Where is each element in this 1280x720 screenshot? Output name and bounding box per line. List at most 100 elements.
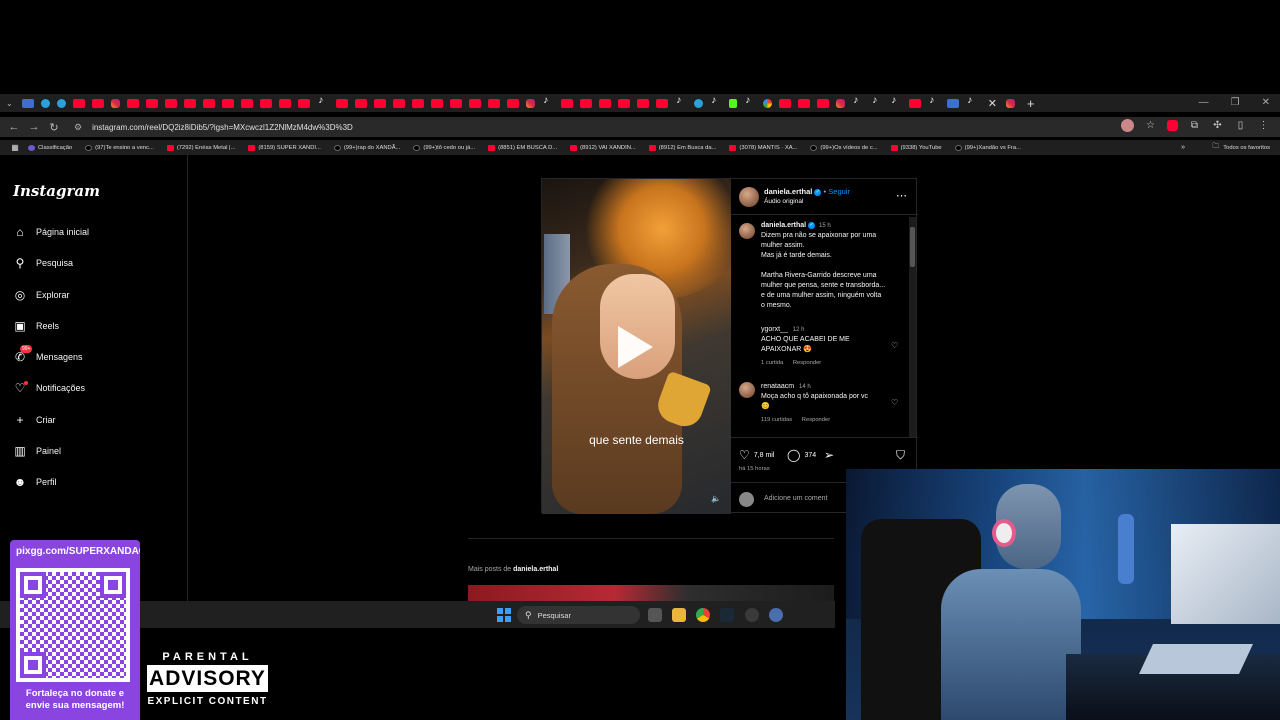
tab-icon[interactable] bbox=[694, 98, 704, 108]
tab-icon[interactable] bbox=[618, 98, 631, 108]
tab-icon[interactable] bbox=[469, 98, 482, 108]
bookmark-item[interactable]: (99+)tô cedo ou já... bbox=[413, 144, 475, 151]
extension-icon[interactable]: ⧉ bbox=[1188, 119, 1201, 132]
tab-icon[interactable] bbox=[763, 98, 773, 108]
taskbar-search[interactable]: ⚲ Pesquisar bbox=[517, 606, 640, 624]
url-field[interactable]: instagram.com/reel/DQ2iz8iDib5/?igsh=MXc… bbox=[92, 123, 353, 132]
tab-icon[interactable] bbox=[947, 98, 960, 108]
tab-icon[interactable] bbox=[542, 95, 554, 108]
author-avatar[interactable] bbox=[739, 187, 759, 207]
bookmark-item[interactable]: Classificação bbox=[28, 144, 72, 151]
youtube-extension-icon[interactable] bbox=[1167, 120, 1178, 131]
nav-home[interactable]: ⌂ Página inicial bbox=[13, 225, 89, 239]
forward-icon[interactable]: → bbox=[24, 121, 44, 133]
comment-like-icon[interactable]: ♡ bbox=[891, 398, 898, 407]
back-icon[interactable]: ← bbox=[4, 121, 24, 133]
tab-icon[interactable] bbox=[41, 98, 51, 108]
bookmark-item[interactable]: (99+)Os vídeos de c... bbox=[810, 144, 878, 151]
author-username[interactable]: daniela.erthal bbox=[764, 187, 812, 196]
tab-icon[interactable] bbox=[73, 98, 86, 108]
nav-search[interactable]: ⚲ Pesquisa bbox=[13, 256, 73, 270]
tab-search-icon[interactable]: ⌄ bbox=[6, 99, 13, 108]
play-icon[interactable] bbox=[618, 326, 653, 368]
bookmark-item[interactable]: (8159) SUPER XANDI... bbox=[248, 144, 321, 151]
tab-icon[interactable] bbox=[637, 98, 650, 108]
task-view-icon[interactable] bbox=[648, 608, 662, 622]
tab-icon[interactable] bbox=[22, 98, 35, 108]
share-button[interactable]: ➢ bbox=[824, 448, 838, 462]
bookmark-item[interactable]: (7292) Enéas Metal |... bbox=[166, 144, 235, 151]
more-options-icon[interactable]: ⋯ bbox=[896, 189, 908, 202]
tab-icon[interactable] bbox=[871, 95, 883, 108]
tab-icon[interactable] bbox=[817, 98, 830, 108]
comment-likes[interactable]: 1 curtida bbox=[761, 360, 783, 366]
settings-gear-icon[interactable] bbox=[769, 608, 783, 622]
tab-icon[interactable] bbox=[852, 95, 864, 108]
tab-icon[interactable] bbox=[744, 95, 756, 108]
tab-icon[interactable] bbox=[561, 98, 574, 108]
caption-avatar[interactable] bbox=[739, 223, 755, 239]
instagram-logo[interactable]: Instagram bbox=[13, 182, 100, 200]
obs-icon[interactable] bbox=[745, 608, 759, 622]
tab-icon[interactable] bbox=[203, 98, 216, 108]
bookmark-item[interactable]: (8912) VAI XANDIN... bbox=[570, 144, 636, 151]
nav-create[interactable]: + Criar bbox=[13, 413, 55, 427]
nav-notifications[interactable]: ♡ Notificações bbox=[13, 381, 85, 395]
tab-icon[interactable] bbox=[146, 98, 159, 108]
reel-video[interactable]: que sente demais 🔈 bbox=[542, 179, 731, 514]
comment-likes[interactable]: 119 curtidas bbox=[761, 417, 792, 423]
bookmark-item[interactable]: (97)Te ensino a venc... bbox=[85, 144, 154, 151]
tab-icon[interactable] bbox=[450, 98, 463, 108]
sidebar-icon[interactable]: ▯ bbox=[1234, 119, 1247, 132]
nav-messages[interactable]: ✆ 99+ Mensagens bbox=[13, 345, 83, 364]
comments-scrollbar[interactable] bbox=[909, 217, 916, 437]
nav-dashboard[interactable]: ▥ Painel bbox=[13, 444, 61, 458]
tab-icon[interactable] bbox=[580, 98, 593, 108]
comment-like-icon[interactable]: ♡ bbox=[891, 341, 898, 350]
maximize-icon[interactable]: ❐ bbox=[1231, 94, 1240, 112]
tab-icon[interactable] bbox=[729, 98, 738, 108]
tab-icon[interactable] bbox=[599, 98, 612, 108]
tab-icon[interactable] bbox=[836, 98, 846, 108]
tab-icon[interactable] bbox=[675, 95, 687, 108]
tab-icon[interactable] bbox=[222, 98, 235, 108]
nav-profile[interactable]: ☻ Perfil bbox=[13, 475, 57, 489]
like-button[interactable]: ♡ 7,8 mil bbox=[739, 448, 774, 462]
tab-icon[interactable] bbox=[909, 98, 922, 108]
bookmark-item[interactable]: (99+)Xandão vs Fra... bbox=[954, 144, 1021, 151]
tab-icon[interactable] bbox=[928, 95, 940, 108]
audio-label[interactable]: Áudio original bbox=[764, 197, 803, 207]
bookmark-item[interactable]: (8912) Em Busca da... bbox=[648, 144, 716, 151]
bookmark-item[interactable]: (3078) MANTIS · XA... bbox=[729, 144, 797, 151]
extensions-puzzle-icon[interactable]: ✣ bbox=[1211, 119, 1224, 132]
tab-icon[interactable] bbox=[798, 98, 811, 108]
profile-avatar[interactable] bbox=[1121, 119, 1134, 132]
active-tab-icon[interactable] bbox=[1006, 98, 1016, 108]
comment-avatar[interactable] bbox=[739, 382, 755, 398]
tab-icon[interactable] bbox=[890, 95, 902, 108]
reply-button[interactable]: Responder bbox=[793, 360, 821, 366]
bookmark-star-icon[interactable]: ☆ bbox=[1144, 119, 1157, 132]
tab-icon[interactable] bbox=[374, 98, 387, 108]
speaker-icon[interactable]: 🔈 bbox=[711, 494, 721, 503]
tab-icon[interactable] bbox=[526, 98, 536, 108]
tab-close-icon[interactable]: ✕ bbox=[988, 97, 997, 110]
tab-icon[interactable] bbox=[488, 98, 501, 108]
tab-icon[interactable] bbox=[431, 98, 444, 108]
comment-button[interactable]: ◯ 374 bbox=[787, 448, 816, 462]
save-button[interactable]: ⛉ bbox=[896, 448, 909, 463]
tab-icon[interactable] bbox=[507, 98, 520, 108]
new-tab-icon[interactable]: + bbox=[1027, 96, 1035, 111]
reload-icon[interactable]: ↻ bbox=[44, 121, 64, 134]
tab-icon[interactable] bbox=[355, 98, 368, 108]
close-window-icon[interactable]: ✕ bbox=[1262, 94, 1270, 112]
steam-icon[interactable] bbox=[720, 608, 734, 622]
tab-icon[interactable] bbox=[57, 98, 67, 108]
tab-icon[interactable] bbox=[279, 98, 292, 108]
minimize-icon[interactable]: — bbox=[1199, 94, 1209, 112]
follow-button[interactable]: Seguir bbox=[828, 187, 850, 196]
tab-icon[interactable] bbox=[241, 98, 254, 108]
scrollbar-thumb[interactable] bbox=[910, 227, 915, 267]
tab-icon[interactable] bbox=[127, 98, 140, 108]
bookmark-item[interactable]: (8851) EM BUSCA D... bbox=[488, 144, 557, 151]
